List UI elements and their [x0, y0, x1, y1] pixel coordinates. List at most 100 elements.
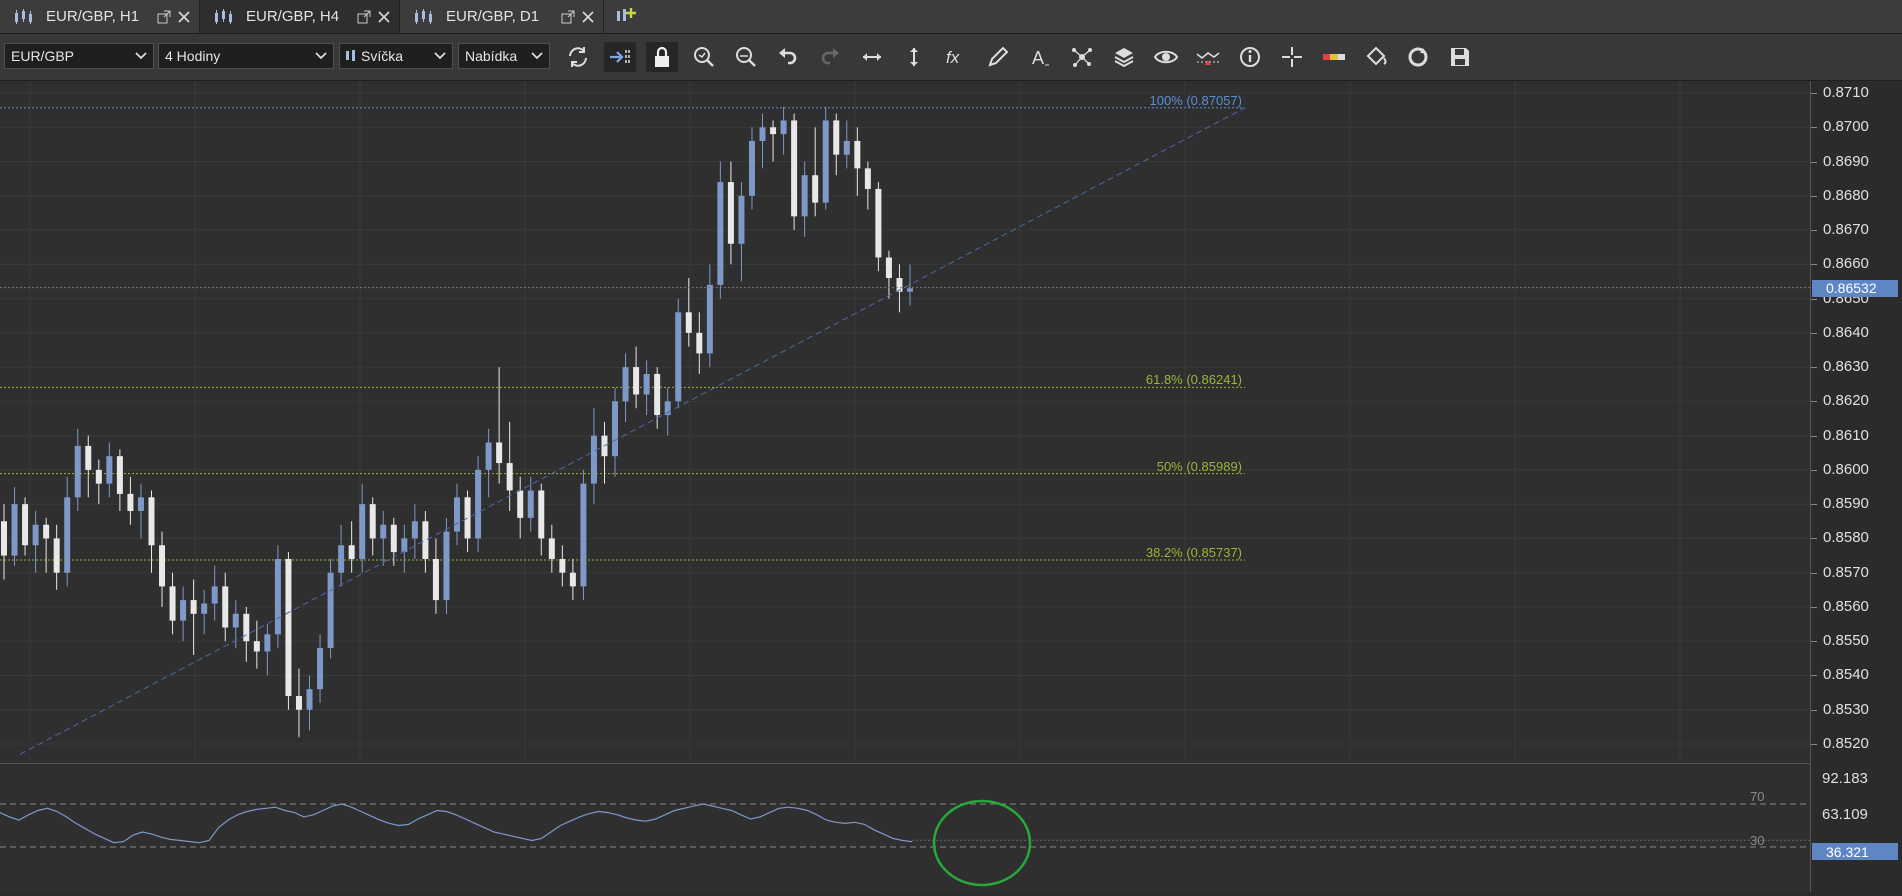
price-axis-label: 0.8590 — [1823, 495, 1869, 513]
candle-body — [327, 572, 334, 649]
refresh-icon — [569, 47, 587, 67]
layers-button[interactable] — [1108, 42, 1140, 72]
close-icon[interactable] — [581, 10, 595, 24]
undo-button[interactable] — [772, 42, 804, 72]
tab-eurgbp-d1[interactable]: EUR/GBP, D1 — [400, 0, 604, 33]
lock-icon — [655, 46, 669, 67]
shift-chart-button[interactable] — [604, 42, 636, 72]
axis-tick-mark — [1811, 572, 1817, 574]
tab-eurgbp-h1[interactable]: EUR/GBP, H1 — [0, 0, 200, 33]
popout-icon[interactable] — [157, 10, 171, 24]
fill-button[interactable] — [1360, 42, 1392, 72]
info-icon — [1240, 47, 1260, 67]
tab-bar: EUR/GBP, H1 EUR/GBP, H4 EUR/GBP, D1 — [0, 0, 1902, 34]
axis-tick-mark — [1811, 709, 1817, 711]
chart-type-select[interactable]: Svíčka — [339, 43, 453, 69]
price-axis-label: 0.8580 — [1823, 529, 1869, 547]
cycle-button[interactable] — [1402, 42, 1434, 72]
candle-body — [148, 497, 155, 546]
price-axis-label: 0.8690 — [1823, 152, 1869, 170]
candle-body — [295, 696, 302, 710]
candle-body — [390, 524, 397, 553]
text-button[interactable]: A — [1024, 42, 1056, 72]
axis-tick-mark — [1811, 230, 1817, 232]
rsi-panel[interactable]: 70 30 — [0, 763, 1810, 893]
fib-level-50-label: 50% (0.85989) — [1156, 458, 1242, 474]
axis-tick-mark — [1811, 195, 1817, 197]
redo-button[interactable] — [814, 42, 846, 72]
price-axis-label: 0.8700 — [1823, 118, 1869, 136]
crosshair-button[interactable] — [1276, 42, 1308, 72]
rsi-axis-tick: 63.109 — [1822, 806, 1868, 823]
trend-line[interactable] — [19, 107, 1246, 755]
axis-tick-mark — [1811, 127, 1817, 129]
zoom-out-icon — [736, 47, 756, 67]
color-bar-button[interactable] — [1318, 42, 1350, 72]
instrument-select[interactable]: EUR/GBP — [4, 43, 154, 69]
chevron-down-icon — [434, 52, 446, 60]
save-button[interactable] — [1444, 42, 1476, 72]
indicators-button[interactable]: fx — [940, 42, 972, 72]
period-select[interactable]: 4 Hodiny — [158, 43, 334, 69]
visibility-button[interactable] — [1150, 42, 1182, 72]
candle-body — [633, 367, 640, 395]
tab-label: EUR/GBP, D1 — [446, 8, 540, 25]
refresh-button[interactable] — [562, 42, 594, 72]
vertical-scale-button[interactable] — [898, 42, 930, 72]
chevron-down-icon — [315, 52, 327, 60]
draw-button[interactable] — [982, 42, 1014, 72]
close-icon[interactable] — [177, 10, 191, 24]
candle-body — [464, 497, 471, 539]
candles — [1, 106, 913, 738]
candle-body — [243, 613, 250, 642]
price-side-value: Nabídka — [465, 48, 518, 64]
candle-body — [338, 545, 345, 573]
popout-icon[interactable] — [357, 10, 371, 24]
candle-body — [506, 463, 513, 491]
zoom-out-button[interactable] — [730, 42, 762, 72]
price-chart-canvas[interactable] — [0, 81, 1810, 762]
tab-label: EUR/GBP, H1 — [46, 8, 140, 25]
candle-body — [780, 120, 787, 135]
current-price-label: 0.86532 — [1812, 279, 1898, 297]
fib-level-61-8-label: 61.8% (0.86241) — [1145, 372, 1242, 388]
annotation-circle[interactable] — [932, 799, 1032, 887]
candle-body — [548, 538, 555, 559]
rsi-canvas[interactable] — [0, 764, 1810, 893]
candle-body — [475, 469, 482, 539]
popout-icon[interactable] — [561, 10, 575, 24]
price-axis-label: 0.8660 — [1823, 255, 1869, 273]
candle-body — [1, 521, 7, 556]
alerts-button[interactable] — [1192, 42, 1224, 72]
alert-icon — [1196, 52, 1220, 65]
close-icon[interactable] — [377, 10, 391, 24]
indicator-fx-icon: fx — [946, 48, 960, 67]
fib-level-38-2-label: 38.2% (0.85737) — [1145, 545, 1242, 560]
candle-body — [317, 648, 324, 690]
price-axis-label: 0.8560 — [1823, 597, 1869, 615]
redo-icon — [821, 48, 839, 65]
zoom-in-button[interactable] — [688, 42, 720, 72]
axis-tick-mark — [1811, 367, 1817, 369]
price-side-select[interactable]: Nabídka — [458, 43, 550, 69]
fib-level-100-label: 100% (0.87057) — [1149, 92, 1242, 108]
undo-icon — [779, 48, 797, 65]
price-chart[interactable]: 100% (0.87057) 61.8% (0.86241) 50% (0.85… — [0, 81, 1810, 762]
candle-body — [590, 435, 597, 484]
instrument-value: EUR/GBP — [11, 48, 75, 64]
candle-body — [454, 497, 460, 532]
color-bar-icon — [1323, 54, 1345, 60]
candle-body — [190, 600, 197, 614]
rsi-line — [0, 803, 913, 844]
candle-body — [770, 127, 777, 135]
patterns-button[interactable] — [1066, 42, 1098, 72]
tab-eurgbp-h4[interactable]: EUR/GBP, H4 — [200, 0, 400, 33]
horizontal-scale-button[interactable] — [856, 42, 888, 72]
candle-body — [411, 521, 418, 539]
add-chart-icon[interactable] — [614, 5, 638, 27]
candle-body — [864, 168, 871, 189]
lock-button[interactable] — [646, 42, 678, 72]
info-button[interactable] — [1234, 42, 1266, 72]
candle-body — [706, 284, 713, 354]
candle-body — [759, 127, 766, 141]
